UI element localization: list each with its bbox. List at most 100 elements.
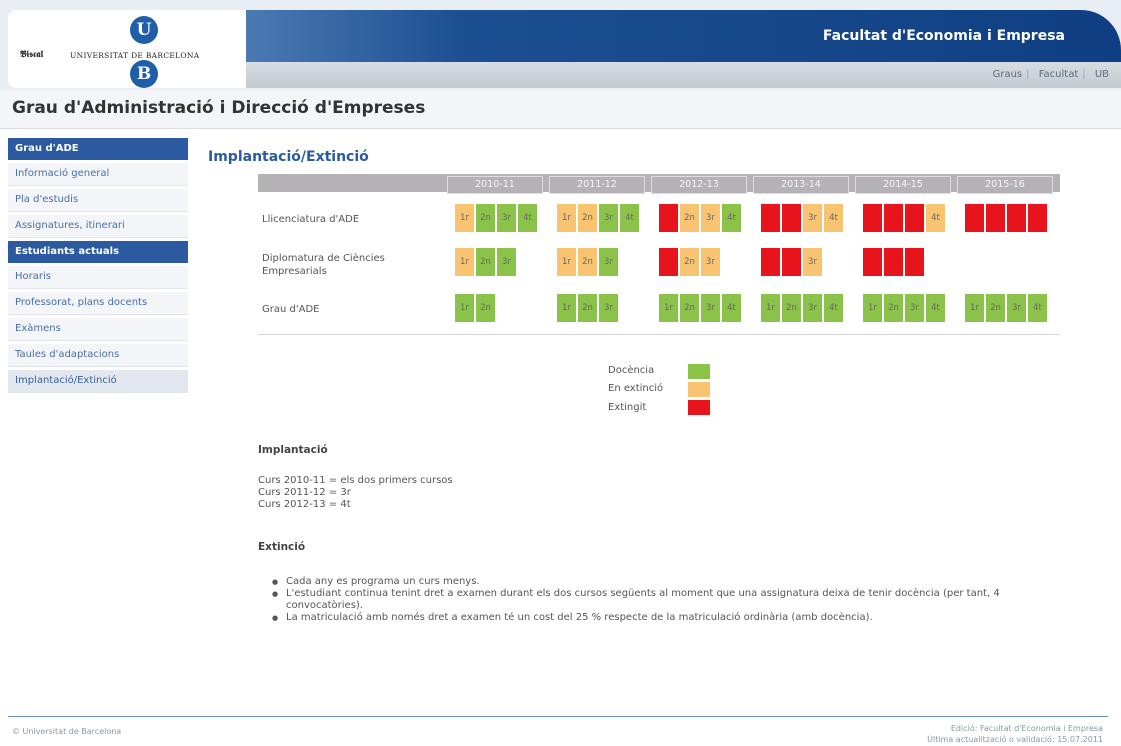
legend-swatch-docencia bbox=[688, 364, 710, 379]
course-cell: 3r bbox=[905, 294, 924, 322]
legend-label-extingit: Extingit bbox=[608, 402, 647, 413]
course-cell: 4t bbox=[620, 204, 639, 232]
sidebar-heading-grau[interactable]: Grau d'ADE bbox=[8, 138, 188, 160]
sidebar-item-informacio-general[interactable]: Informació general bbox=[8, 163, 188, 186]
course-cell bbox=[659, 248, 678, 276]
row-label-llicenciatura: Llicenciatura d'ADE bbox=[262, 214, 360, 225]
sidebar-item-horaris[interactable]: Horaris bbox=[8, 266, 188, 289]
title-bar: Grau d'Administració i Direcció d'Empres… bbox=[0, 90, 1121, 129]
course-cell bbox=[884, 204, 903, 232]
row-label-diplomatura: Diplomatura de Ciències Empresarials bbox=[262, 253, 385, 277]
course-cell: 2n bbox=[884, 294, 903, 322]
course-cell: 2n bbox=[680, 294, 699, 322]
nav-link-ub[interactable]: UB bbox=[1095, 69, 1109, 80]
course-cell: 3r bbox=[803, 248, 822, 276]
course-cell: 3r bbox=[701, 248, 720, 276]
logo-wordmark: 𝕭𝖎𝖘𝖈𝖆𝖑 bbox=[20, 50, 44, 60]
top-navigation: Graus | Facultat | UB bbox=[246, 62, 1121, 88]
course-cell bbox=[884, 248, 903, 276]
section-title: Implantació/Extinció bbox=[208, 149, 369, 165]
university-logo[interactable]: U 𝕭𝖎𝖘𝖈𝖆𝖑 UNIVERSITAT DE BARCELONA B bbox=[8, 10, 246, 88]
course-cell: 4t bbox=[722, 204, 741, 232]
nav-link-graus[interactable]: Graus bbox=[993, 69, 1023, 80]
course-cell: 1r bbox=[557, 204, 576, 232]
page-title: Grau d'Administració i Direcció d'Empres… bbox=[12, 98, 426, 118]
year-header-2011-12: 2011-12 bbox=[549, 176, 645, 194]
course-cell: 3r bbox=[701, 204, 720, 232]
course-cell: 2n bbox=[680, 248, 699, 276]
course-cell: 4t bbox=[824, 294, 843, 322]
course-cell: 2n bbox=[578, 294, 597, 322]
legend-swatch-extingit bbox=[688, 400, 710, 415]
grid-divider bbox=[258, 334, 1060, 335]
course-cell: 4t bbox=[926, 294, 945, 322]
course-cell: 2n bbox=[578, 248, 597, 276]
course-cell: 3r bbox=[497, 248, 516, 276]
course-cell: 3r bbox=[701, 294, 720, 322]
course-cell: 2n bbox=[986, 294, 1005, 322]
sidebar-item-taules[interactable]: Taules d'adaptacions bbox=[8, 344, 188, 367]
implantacio-line-2: Curs 2011-12 = 3r bbox=[258, 487, 351, 498]
course-cell bbox=[1028, 204, 1047, 232]
university-name: UNIVERSITAT DE BARCELONA bbox=[70, 51, 200, 60]
extincio-bullet-2: L'estudiant continua tenint dret a exame… bbox=[272, 588, 1072, 612]
footer-edition: Edició: Facultat d'Economia i Empresa bbox=[950, 724, 1103, 733]
nav-separator: | bbox=[1026, 69, 1030, 80]
course-cell: 4t bbox=[926, 204, 945, 232]
course-cell: 2n bbox=[782, 294, 801, 322]
sidebar: Grau d'ADE Informació general Pla d'estu… bbox=[8, 138, 188, 396]
course-cell bbox=[986, 204, 1005, 232]
implantacio-heading: Implantació bbox=[258, 444, 328, 456]
course-cell: 2n bbox=[476, 248, 495, 276]
course-cell: 3r bbox=[599, 248, 618, 276]
course-cell: 2n bbox=[476, 294, 495, 322]
implantacio-line-1: Curs 2010-11 = els dos primers cursos bbox=[258, 475, 453, 486]
year-header-2010-11: 2010-11 bbox=[447, 176, 543, 194]
nav-link-facultat[interactable]: Facultat bbox=[1039, 69, 1079, 80]
course-cell: 1r bbox=[455, 248, 474, 276]
course-cell: 3r bbox=[497, 204, 516, 232]
course-cell: 2n bbox=[680, 204, 699, 232]
sidebar-item-examens[interactable]: Exàmens bbox=[8, 318, 188, 341]
course-cell: 3r bbox=[599, 204, 618, 232]
course-cell: 1r bbox=[761, 294, 780, 322]
course-cell bbox=[761, 204, 780, 232]
course-cell bbox=[965, 204, 984, 232]
course-cell: 2n bbox=[476, 204, 495, 232]
faculty-title[interactable]: Facultat d'Economia i Empresa bbox=[823, 28, 1065, 44]
course-cell bbox=[1007, 204, 1026, 232]
footer-updated: Última actualització o validació: 15.07.… bbox=[927, 735, 1103, 744]
logo-circle-bottom: B bbox=[130, 60, 158, 88]
course-cell: 2n bbox=[578, 204, 597, 232]
course-cell bbox=[905, 204, 924, 232]
course-cell bbox=[761, 248, 780, 276]
course-cell: 1r bbox=[455, 204, 474, 232]
course-cell bbox=[863, 248, 882, 276]
course-cell: 4t bbox=[824, 204, 843, 232]
sidebar-item-professorat[interactable]: Professorat, plans docents bbox=[8, 292, 188, 315]
year-header-2015-16: 2015-16 bbox=[957, 176, 1053, 194]
footer-divider bbox=[8, 716, 1108, 717]
site-header: U 𝕭𝖎𝖘𝖈𝖆𝖑 UNIVERSITAT DE BARCELONA B Facu… bbox=[0, 0, 1121, 90]
course-cell: 3r bbox=[803, 294, 822, 322]
course-cell: 4t bbox=[1028, 294, 1047, 322]
sidebar-item-assignatures[interactable]: Assignatures, itinerari bbox=[8, 215, 188, 238]
course-cell bbox=[659, 204, 678, 232]
course-cell: 3r bbox=[803, 204, 822, 232]
implantacio-line-3: Curs 2012-13 = 4t bbox=[258, 499, 351, 510]
course-cell: 1r bbox=[659, 294, 678, 322]
course-cell: 4t bbox=[722, 294, 741, 322]
course-cell: 1r bbox=[455, 294, 474, 322]
extincio-list: Cada any es programa un curs menys. L'es… bbox=[272, 576, 1072, 624]
course-cell: 1r bbox=[863, 294, 882, 322]
year-header-2013-14: 2013-14 bbox=[753, 176, 849, 194]
extincio-bullet-1: Cada any es programa un curs menys. bbox=[272, 576, 1072, 588]
sidebar-item-implantacio[interactable]: Implantació/Extinció bbox=[8, 370, 188, 393]
course-cell: 3r bbox=[599, 294, 618, 322]
legend-label-extincio: En extinció bbox=[608, 383, 664, 394]
sidebar-item-pla-estudis[interactable]: Pla d'estudis bbox=[8, 189, 188, 212]
sidebar-heading-estudiants[interactable]: Estudiants actuals bbox=[8, 241, 188, 263]
course-cell: 4t bbox=[518, 204, 537, 232]
course-cell: 1r bbox=[965, 294, 984, 322]
course-cell bbox=[905, 248, 924, 276]
